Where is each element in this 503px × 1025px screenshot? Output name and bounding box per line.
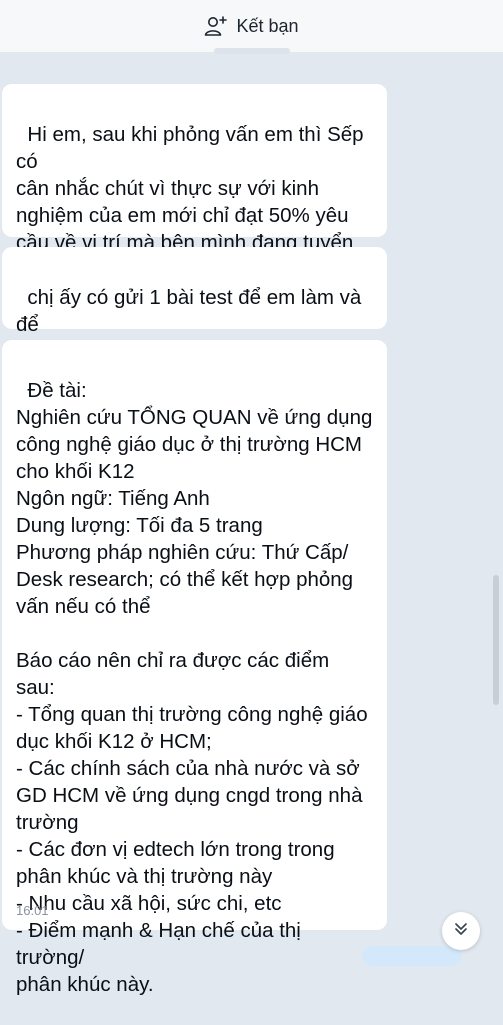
- double-chevron-down-icon: [453, 921, 469, 942]
- add-user-icon: [204, 15, 228, 37]
- pull-handle: [213, 48, 290, 54]
- message-bubble[interactable]: Hi em, sau khi phỏng vấn em thì Sếp có c…: [2, 84, 387, 281]
- outgoing-message-bubble: [362, 946, 462, 966]
- message-text: Đề tài: Nghiên cứu TỔNG QUAN về ứng dụng…: [16, 379, 373, 996]
- add-friend-button[interactable]: Kết bạn: [204, 15, 299, 37]
- add-friend-label: Kết bạn: [236, 15, 299, 36]
- scroll-to-bottom-button[interactable]: [442, 912, 480, 950]
- top-bar: Kết bạn: [0, 0, 503, 54]
- message-bubble[interactable]: chị ấy có gửi 1 bài test để em làm và để…: [2, 247, 387, 363]
- message-bubble[interactable]: Đề tài: Nghiên cứu TỔNG QUAN về ứng dụng…: [2, 340, 387, 996]
- message-timestamp: 16:01: [16, 903, 49, 918]
- scrollbar-thumb[interactable]: [493, 575, 499, 705]
